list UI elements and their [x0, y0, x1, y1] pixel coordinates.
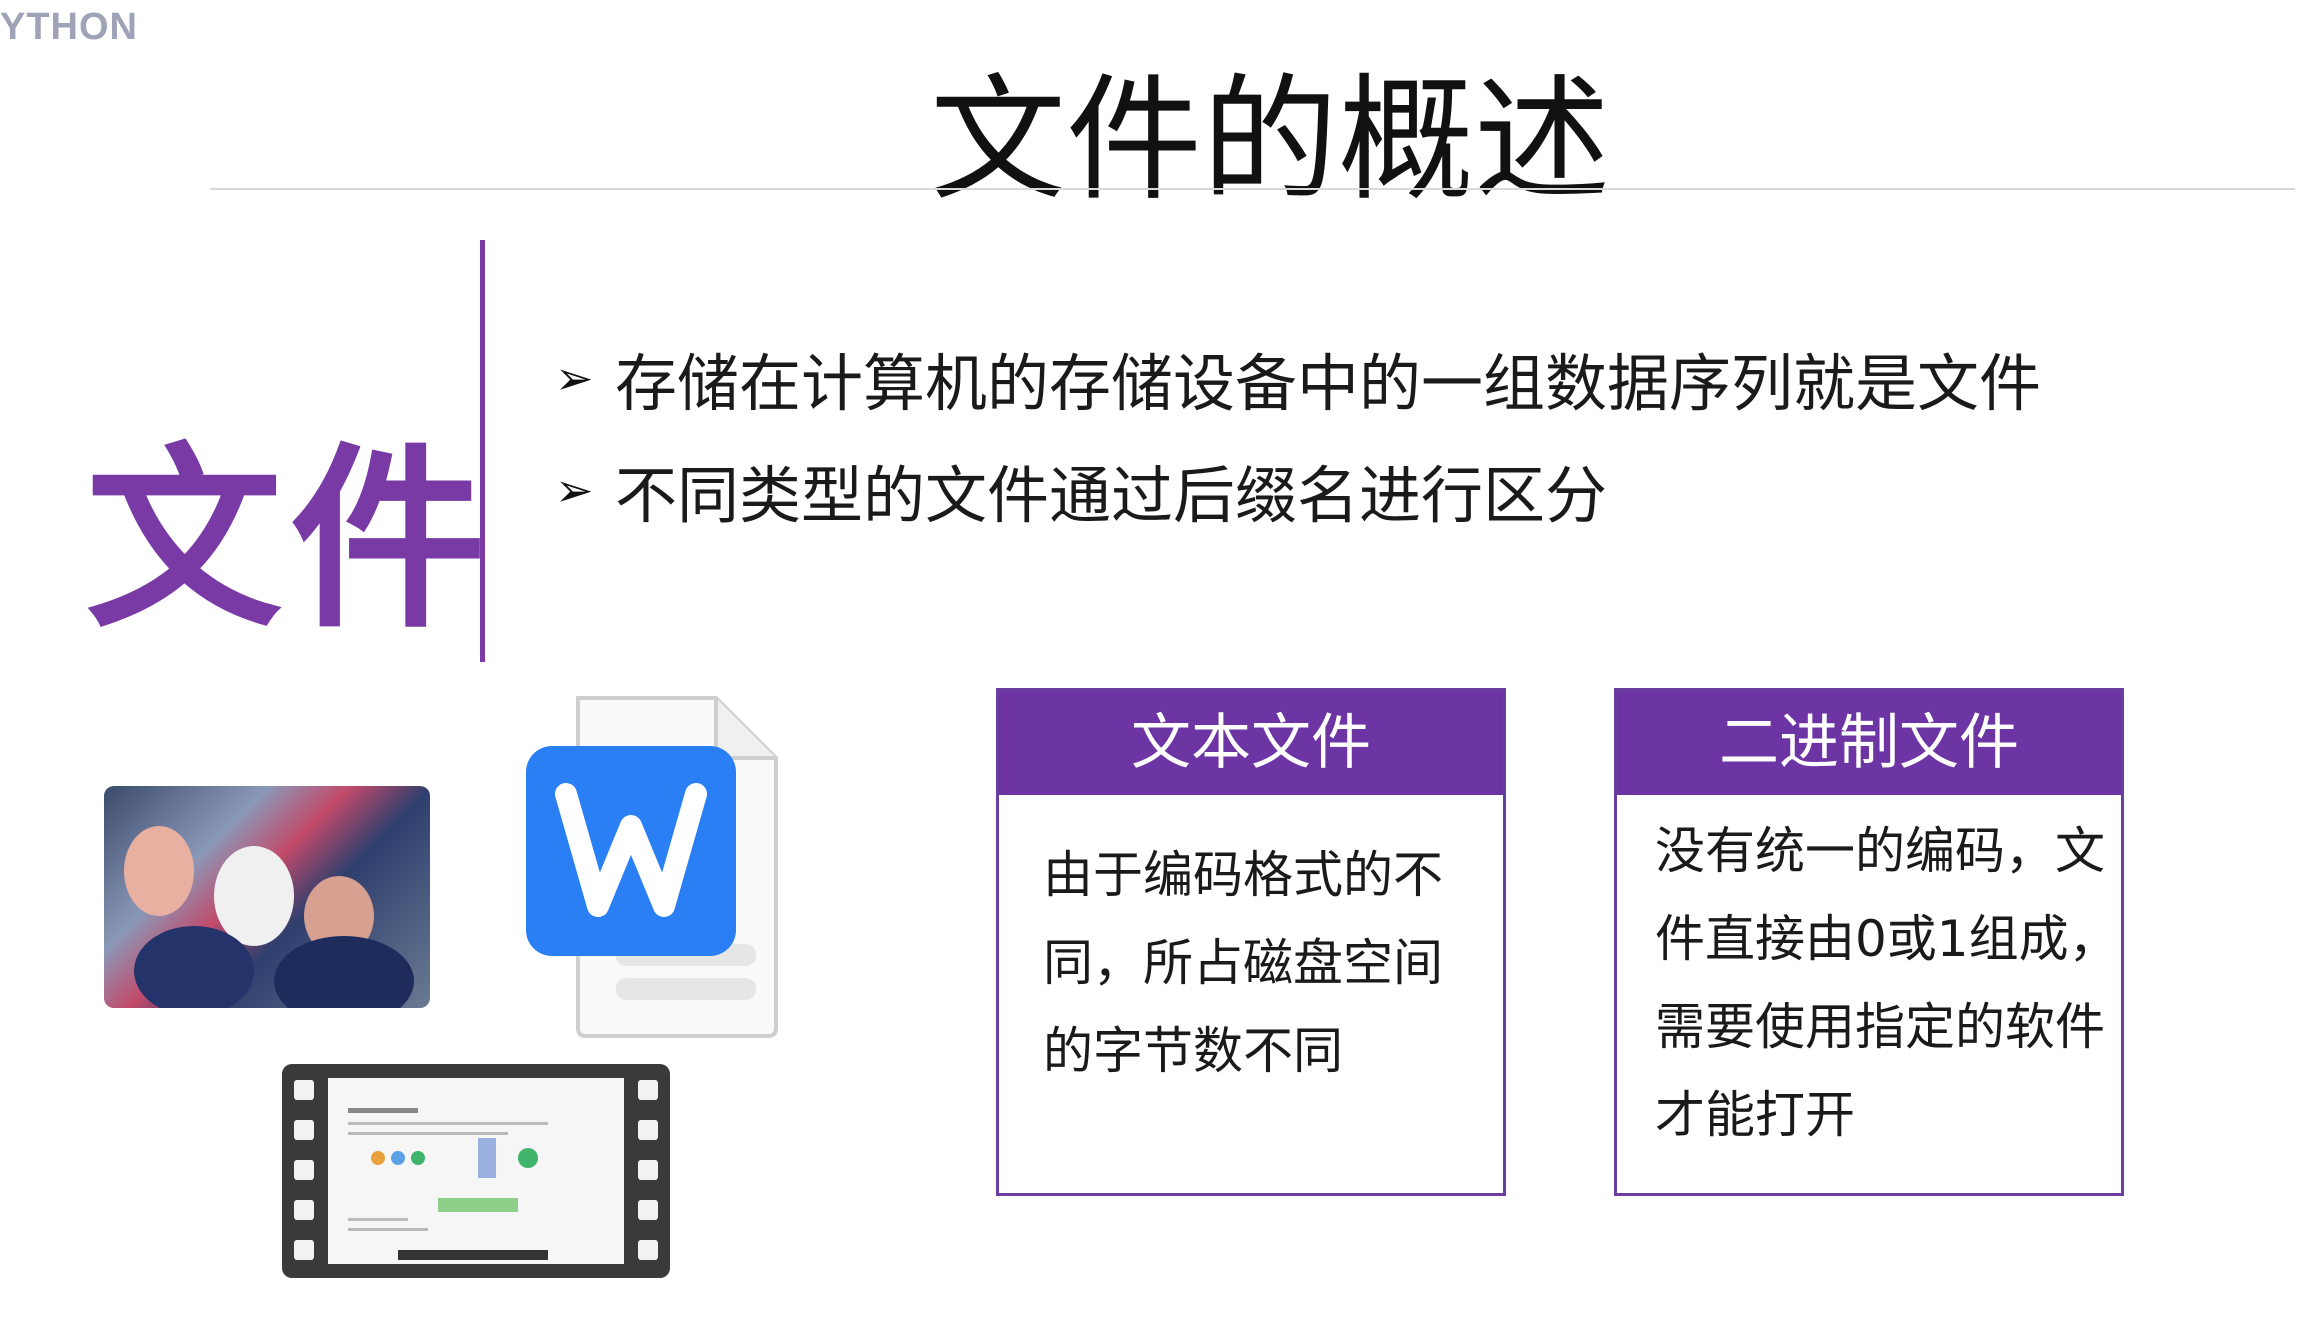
card-line: 需要使用指定的软件 [1655, 998, 2105, 1056]
card-body: 由于编码格式的不 同，所占磁盘空间 的字节数不同 [999, 795, 1503, 1095]
bullet-arrow-icon: ➢ [555, 463, 594, 517]
bullet-text: 不同类型的文件通过后缀名进行区分 [615, 459, 1608, 532]
card-heading: 文本文件 [999, 691, 1503, 795]
bullet-item: ➢ 不同类型的文件通过后缀名进行区分 [555, 452, 2041, 532]
bullet-arrow-icon: ➢ [555, 351, 594, 405]
card-line: 的字节数不同 [1043, 1022, 1343, 1080]
card-line: 同，所占磁盘空间 [1043, 934, 1443, 992]
bullet-item: ➢ 存储在计算机的存储设备中的一组数据序列就是文件 [555, 340, 2041, 420]
card-body: 没有统一的编码，文 件直接由0或1组成， 需要使用指定的软件 才能打开 [1617, 795, 2121, 1159]
bullet-text: 存储在计算机的存储设备中的一组数据序列就是文件 [615, 347, 2042, 420]
big-keyword: 文件 [86, 427, 495, 655]
slide-title: 文件的概述 [930, 62, 1610, 220]
card-heading: 二进制文件 [1617, 691, 2121, 795]
binary-file-card: 二进制文件 没有统一的编码，文 件直接由0或1组成， 需要使用指定的软件 才能打… [1614, 688, 2124, 1196]
word-document-icon [526, 696, 778, 1038]
bullet-list: ➢ 存储在计算机的存储设备中的一组数据序列就是文件 ➢ 不同类型的文件通过后缀名… [555, 340, 2041, 564]
card-line: 件直接由0或1组成， [1655, 910, 2119, 968]
vertical-divider [480, 240, 485, 662]
card-line: 没有统一的编码，文 [1655, 822, 2105, 880]
title-rule [210, 188, 2295, 190]
video-film-icon [282, 1064, 670, 1278]
card-line: 才能打开 [1655, 1086, 1855, 1144]
photo-thumbnail-icon [104, 786, 430, 1008]
text-file-card: 文本文件 由于编码格式的不 同，所占磁盘空间 的字节数不同 [996, 688, 1506, 1196]
card-line: 由于编码格式的不 [1043, 846, 1443, 904]
